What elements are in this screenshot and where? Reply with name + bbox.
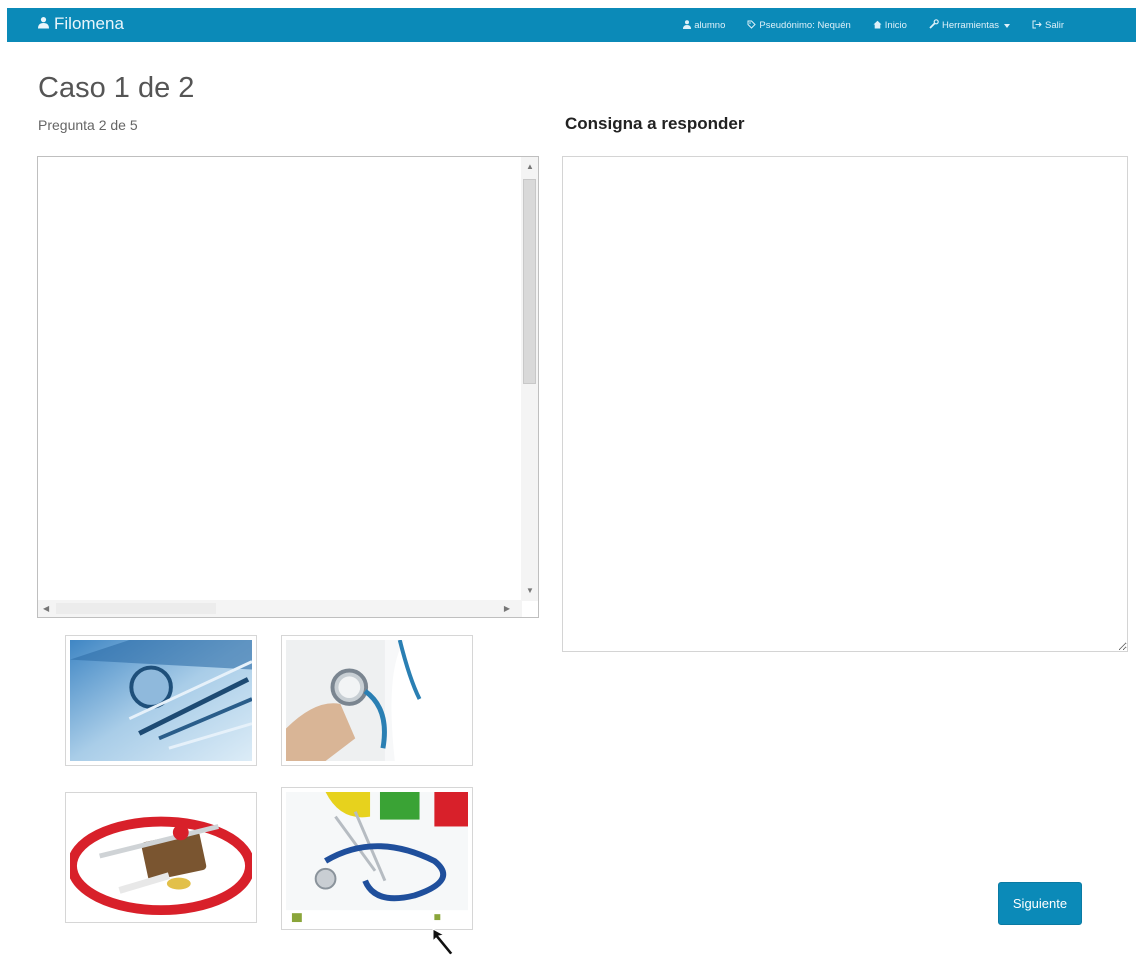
nav-logout[interactable]: Salir <box>1032 19 1064 32</box>
scroll-up-arrow-icon[interactable]: ▲ <box>526 163 534 171</box>
medical-tools-image-icon <box>286 792 468 925</box>
dental-instruments-image-icon <box>70 640 252 761</box>
case-content-panel[interactable]: ▲ ▼ ◀ ▶ <box>37 156 539 618</box>
brand-link[interactable]: Filomena <box>37 14 124 34</box>
horizontal-scroll-thumb[interactable] <box>56 603 216 614</box>
nav-logout-label: Salir <box>1044 20 1064 31</box>
thumbnail-doctor-stethoscope[interactable] <box>281 635 473 766</box>
logout-icon <box>1032 20 1042 32</box>
vertical-scrollbar[interactable]: ▲ ▼ <box>521 157 538 601</box>
thumbnail-stethoscope-pills[interactable] <box>65 792 257 923</box>
thumbnail-medical-tools[interactable] <box>281 787 473 930</box>
scroll-left-arrow-icon[interactable]: ◀ <box>43 605 49 613</box>
top-navbar: Filomena alumno Pseudónimo: Nequén Inici… <box>7 8 1136 42</box>
nav-home[interactable]: Inicio <box>873 19 907 32</box>
doctor-stethoscope-image-icon <box>286 640 468 761</box>
nav-pseudonym[interactable]: Pseudónimo: Nequén <box>747 19 851 32</box>
home-icon <box>873 20 882 32</box>
wrench-icon <box>929 19 939 32</box>
nav-user[interactable]: alumno <box>683 19 725 32</box>
next-button[interactable]: Siguiente <box>998 882 1082 925</box>
scroll-right-arrow-icon[interactable]: ▶ <box>504 605 510 613</box>
stethoscope-pills-image-icon <box>70 797 252 918</box>
user-group-icon <box>37 14 50 34</box>
nav-home-label: Inicio <box>884 20 907 31</box>
mouse-cursor-icon <box>432 928 454 956</box>
case-title: Caso 1 de 2 <box>38 72 195 104</box>
nav-tools-label: Herramientas <box>941 20 999 31</box>
nav-user-label: alumno <box>694 20 726 31</box>
question-counter: Pregunta 2 de 5 <box>38 117 138 133</box>
prompt-heading: Consigna a responder <box>565 114 745 133</box>
nav-pseudonym-label: Pseudónimo: Nequén <box>759 20 851 31</box>
user-icon <box>683 19 692 32</box>
tag-icon <box>747 20 757 32</box>
thumbnail-dental-instruments[interactable] <box>65 635 257 766</box>
horizontal-scrollbar[interactable]: ◀ ▶ <box>38 600 522 617</box>
scroll-down-arrow-icon[interactable]: ▼ <box>526 587 534 595</box>
nav-tools-dropdown[interactable]: Herramientas <box>929 19 1010 32</box>
caret-down-icon <box>1003 23 1010 28</box>
brand-label: Filomena <box>54 14 124 33</box>
answer-textarea[interactable] <box>562 156 1128 652</box>
vertical-scroll-thumb[interactable] <box>523 179 536 384</box>
